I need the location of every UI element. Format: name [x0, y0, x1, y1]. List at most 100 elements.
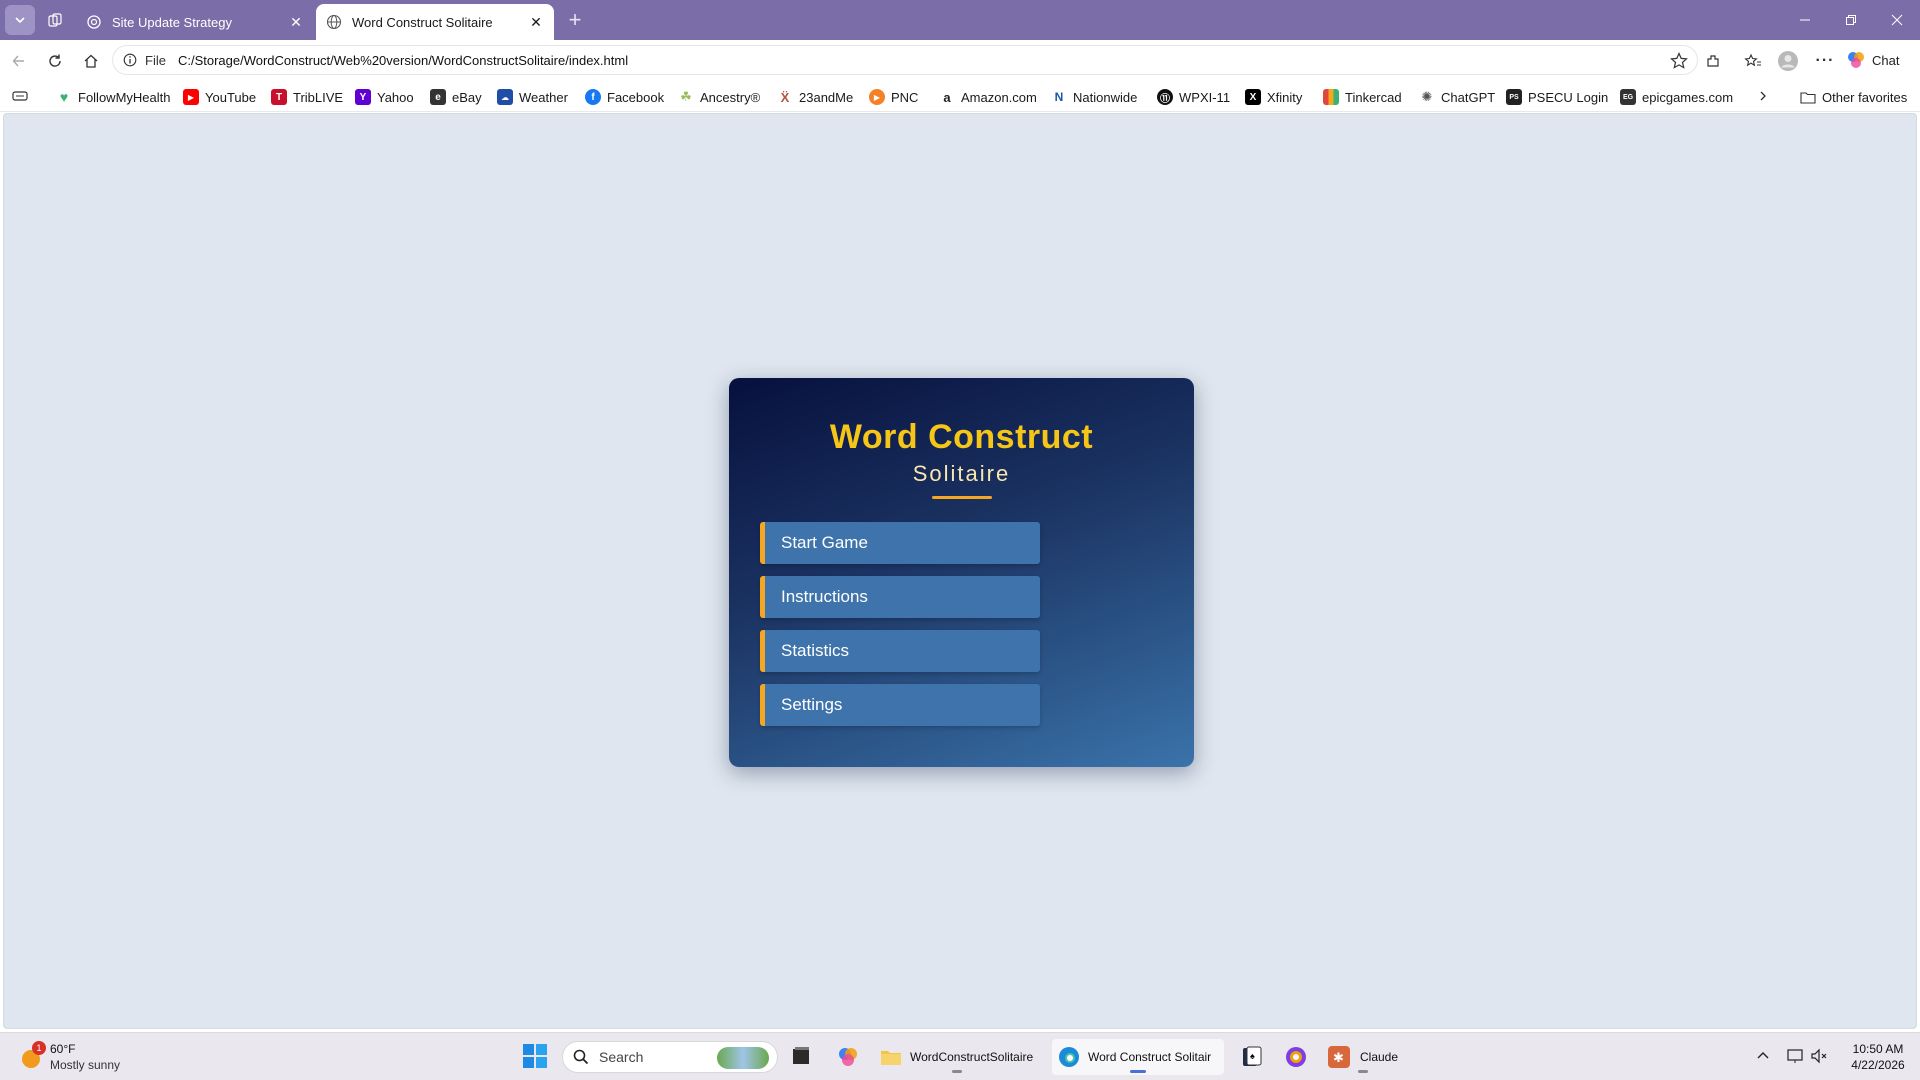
main-menu-card: Word Construct Solitaire Start Game Inst…	[729, 378, 1194, 767]
taskbar-app-claude[interactable]: ✱ Claude	[1322, 1039, 1404, 1075]
favorite-label: YouTube	[205, 89, 257, 105]
favorite-youtube[interactable]: ▶ YouTube	[183, 88, 256, 106]
search-highlight-image	[717, 1047, 769, 1069]
workspaces-button[interactable]	[40, 5, 70, 35]
browser-icon	[1286, 1047, 1306, 1067]
favorite-label: 23andMe	[799, 89, 854, 105]
favorite-tinkercad[interactable]: Tinkercad	[1323, 88, 1402, 106]
search-icon	[573, 1049, 589, 1065]
copilot-chat-button[interactable]: Chat	[1846, 47, 1910, 73]
favorite-label: Facebook	[607, 89, 665, 105]
favorite-label: PNC	[891, 89, 919, 105]
avatar-icon	[1778, 51, 1798, 71]
info-icon	[123, 53, 137, 67]
taskbar-app-solitaire[interactable]: ♠	[1240, 1045, 1264, 1069]
start-game-button[interactable]: Start Game	[760, 522, 1040, 564]
amazon-icon: a	[943, 89, 951, 105]
taskbar-app-label: Claude	[1360, 1050, 1399, 1064]
favorites-bar: ♥ FollowMyHealth ▶ YouTube T TribLIVE Y Yaho…	[0, 80, 1920, 112]
home-button[interactable]	[78, 48, 104, 74]
windows-icon	[523, 1044, 547, 1068]
chevron-down-icon	[15, 17, 25, 24]
favorite-epicgames[interactable]: EG epicgames.com	[1620, 88, 1733, 106]
taskbar-app-explorer[interactable]: WordConstructSolitaire	[874, 1039, 1039, 1075]
favorite-weather[interactable]: ☁ Weather	[497, 88, 568, 106]
weather-widget[interactable]: 1 60°F Mostly sunny	[18, 1041, 120, 1073]
favorite-xfinity[interactable]: X Xfinity	[1245, 88, 1302, 106]
favorite-label: ChatGPT	[1441, 89, 1496, 105]
favorite-label: FollowMyHealth	[78, 89, 171, 105]
favorite-label: Weather	[519, 89, 568, 105]
restore-button[interactable]	[1828, 0, 1874, 40]
favorite-star-icon[interactable]	[1669, 51, 1689, 71]
tab-word-construct-solitaire[interactable]: Word Construct Solitaire ✕	[316, 4, 554, 40]
chevron-right-icon[interactable]	[1757, 90, 1769, 102]
heart-icon: ♥	[59, 89, 69, 105]
game-title: Word Construct	[829, 418, 1094, 456]
favorite-label: TribLIVE	[293, 89, 344, 105]
favorites-button[interactable]	[1740, 48, 1766, 74]
favorite-label: Nationwide	[1073, 89, 1138, 105]
favorite-psecu[interactable]: PS PSECU Login	[1506, 88, 1608, 106]
network-icon	[1787, 1049, 1803, 1063]
close-icon[interactable]: ✕	[288, 14, 304, 30]
taskbar: 1 60°F Mostly sunny Search WordConstruct…	[0, 1032, 1920, 1080]
refresh-button[interactable]	[42, 48, 68, 74]
weather-description: Mostly sunny	[50, 1058, 121, 1072]
file-label: File	[145, 52, 166, 68]
favorite-amazon[interactable]: a Amazon.com	[939, 88, 1037, 106]
extensions-button[interactable]	[1700, 48, 1726, 74]
ancestry-icon: ☘	[680, 89, 692, 104]
settings-button[interactable]: Settings	[760, 684, 1040, 726]
new-tab-button[interactable]: +	[562, 8, 588, 34]
favorite-label: Xfinity	[1267, 89, 1303, 105]
minimize-button[interactable]	[1782, 0, 1828, 40]
favorite-chatgpt[interactable]: ✺ ChatGPT	[1419, 88, 1496, 106]
url-text[interactable]: C:/Storage/WordConstruct/Web%20version/W…	[178, 53, 628, 68]
favorite-pnc[interactable]: ▶ PNC	[869, 88, 918, 106]
more-menu-button[interactable]: ···	[1812, 48, 1838, 74]
collections-icon[interactable]	[12, 89, 28, 103]
search-placeholder: Search	[599, 1049, 644, 1065]
weather-sun-icon: 1	[18, 1041, 46, 1071]
favorite-followmyhealth[interactable]: ♥ FollowMyHealth	[56, 88, 171, 106]
tab-site-update-strategy[interactable]: Site Update Strategy ✕	[76, 4, 314, 40]
back-button[interactable]	[6, 48, 32, 74]
close-icon[interactable]: ✕	[528, 14, 544, 30]
clock-date: 4/22/2026	[1851, 1058, 1905, 1072]
taskbar-app-edge[interactable]: Word Construct Solitair	[1052, 1039, 1224, 1075]
favorite-ebay[interactable]: e eBay	[430, 88, 482, 106]
cards-icon: ♠	[1243, 1046, 1262, 1066]
favorite-facebook[interactable]: f Facebook	[585, 88, 664, 106]
copilot-taskbar-button[interactable]	[836, 1045, 860, 1069]
ebay-icon: e	[430, 89, 446, 105]
network-button[interactable]	[1786, 1047, 1804, 1065]
favorite-triblive[interactable]: T TribLIVE	[271, 88, 343, 106]
statistics-button[interactable]: Statistics	[760, 630, 1040, 672]
title-underline	[932, 496, 992, 499]
favorite-wpxi[interactable]: ⑪ WPXI-11	[1157, 88, 1230, 106]
close-icon	[1891, 14, 1903, 26]
start-button[interactable]	[522, 1043, 548, 1069]
favorite-yahoo[interactable]: Y Yahoo	[355, 88, 414, 106]
task-view-button[interactable]	[790, 1045, 812, 1067]
other-favorites[interactable]: Other favorites	[1800, 88, 1907, 106]
more-icon: ···	[1815, 52, 1835, 69]
address-bar[interactable]: File C:/Storage/WordConstruct/Web%20vers…	[112, 45, 1698, 75]
show-hidden-icons-button[interactable]	[1756, 1049, 1770, 1063]
other-favorites-label: Other favorites	[1822, 89, 1908, 105]
psecu-icon: PS	[1506, 89, 1522, 105]
close-window-button[interactable]	[1874, 0, 1920, 40]
favorite-nationwide[interactable]: N Nationwide	[1051, 88, 1138, 106]
taskbar-app-browser2[interactable]	[1284, 1045, 1308, 1069]
favorite-ancestry[interactable]: ☘ Ancestry®	[678, 88, 760, 106]
tab-actions-button[interactable]	[5, 5, 35, 35]
favorite-23andme[interactable]: Ẍ 23andMe	[777, 88, 854, 106]
taskbar-clock[interactable]: 10:50 AM 4/22/2026	[1840, 1041, 1916, 1073]
profile-button[interactable]	[1775, 48, 1801, 74]
volume-muted-icon	[1811, 1048, 1827, 1064]
volume-button[interactable]	[1810, 1047, 1828, 1065]
instructions-button[interactable]: Instructions	[760, 576, 1040, 618]
tinkercad-icon	[1323, 89, 1339, 105]
taskbar-search[interactable]: Search	[562, 1041, 778, 1073]
